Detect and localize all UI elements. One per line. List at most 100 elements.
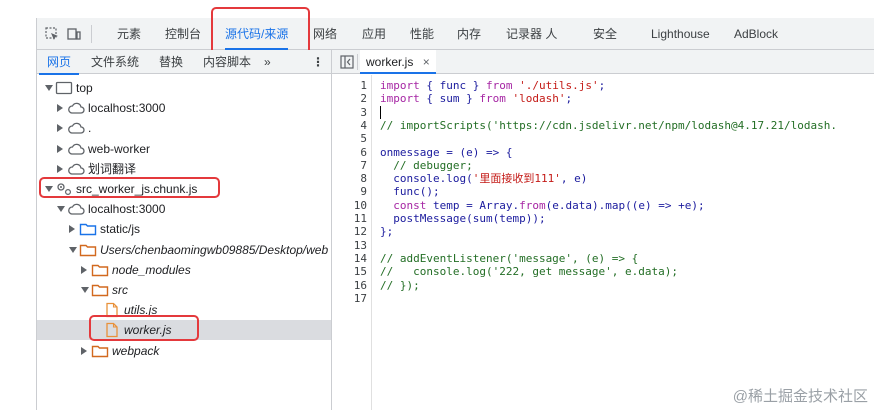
code-line: postMessage(sum(temp)); (393, 212, 546, 225)
tree-item-label: . (88, 121, 92, 136)
line-number[interactable]: 10 (331, 199, 367, 212)
line-number[interactable]: 4 (331, 119, 367, 132)
devtools-toolbar: 元素 控制台 源代码/来源 网络 应用 性能 内存 记录器 ⼈ 安全 Light… (37, 18, 874, 50)
folder-icon (91, 343, 109, 359)
line-number[interactable]: 8 (331, 172, 367, 185)
expanded-arrow-icon[interactable] (69, 246, 77, 253)
tree-item[interactable]: . (37, 118, 331, 138)
inspect-element-icon[interactable] (45, 27, 59, 41)
expanded-arrow-icon[interactable] (45, 85, 53, 91)
expanded-arrow-icon[interactable] (45, 186, 53, 192)
code-line: // debugger; (380, 158, 473, 172)
close-tab-icon[interactable]: × (423, 55, 430, 69)
device-toolbar-icon[interactable] (67, 27, 81, 41)
tree-item[interactable]: node_modules (37, 260, 331, 280)
tree-item[interactable]: web-worker (37, 139, 331, 159)
line-number[interactable]: 6 (331, 146, 367, 159)
text-caret (380, 106, 381, 119)
line-number[interactable]: 17 (331, 292, 367, 305)
file-icon (103, 302, 121, 318)
tree-item[interactable]: Users/chenbaomingwb09885/Desktop/web (37, 240, 331, 260)
tree-item[interactable]: src_worker_js.chunk.js (37, 179, 331, 199)
expanded-arrow-icon[interactable] (57, 206, 65, 213)
tree-item[interactable]: utils.js (37, 300, 331, 320)
tree-item[interactable]: localhost:3000 (37, 98, 331, 118)
tree-item-label: top (76, 81, 93, 95)
cloud-icon (67, 201, 85, 217)
line-number[interactable]: 9 (331, 185, 367, 198)
tab-adblock[interactable]: AdBlock (734, 18, 778, 50)
code-line: }; (380, 225, 394, 239)
line-number[interactable]: 14 (331, 252, 367, 265)
navigator-tab-overrides[interactable]: 替换 (159, 50, 183, 74)
editor-file-tab[interactable]: worker.js × (360, 50, 436, 74)
collapsed-arrow-icon[interactable] (57, 144, 63, 153)
code-line: onmessage = (e) => { (380, 145, 513, 159)
line-number[interactable]: 7 (331, 159, 367, 172)
tree-item-label: worker.js (124, 323, 172, 338)
tab-performance[interactable]: 性能 (410, 18, 434, 50)
collapsed-arrow-icon[interactable] (81, 265, 87, 274)
cloud-icon (67, 141, 85, 157)
navigator-tabs: 网页 文件系统 替换 内容脚本 » ⋮ (37, 50, 331, 75)
cloud-icon (67, 100, 85, 116)
tab-recorder[interactable]: 记录器 ⼈ (506, 18, 557, 50)
frame-icon (55, 80, 73, 96)
expanded-arrow-icon[interactable] (81, 287, 89, 293)
tree-item[interactable]: src (37, 280, 331, 300)
tab-application[interactable]: 应用 (362, 18, 386, 50)
toggle-navigator-icon[interactable] (340, 55, 354, 69)
code-line: // }); (380, 278, 420, 292)
line-number[interactable]: 16 (331, 279, 367, 292)
tree-item[interactable]: static/js (37, 219, 331, 239)
editor-tabs: worker.js × (332, 50, 874, 74)
tree-item[interactable]: 划词翻译 (37, 159, 331, 179)
tree-item-label: localhost:3000 (88, 202, 166, 217)
tree-item[interactable]: localhost:3000 (37, 199, 331, 219)
code-editor[interactable]: import { func } from './utils.js'; import… (380, 79, 874, 409)
tree-item-label: utils.js (124, 303, 158, 318)
navigator-more-tabs-button[interactable]: » (264, 50, 271, 74)
line-number[interactable]: 13 (331, 239, 367, 252)
collapsed-arrow-icon[interactable] (57, 104, 63, 113)
collapsed-arrow-icon[interactable] (69, 225, 75, 234)
tab-security[interactable]: 安全 (593, 18, 617, 50)
tree-item[interactable]: webpack (37, 341, 331, 361)
code-line: import { func } from './utils.js'; (380, 79, 606, 92)
line-number[interactable]: 12 (331, 225, 367, 238)
navigator-menu-icon[interactable]: ⋮ (312, 50, 324, 74)
folder-icon (91, 282, 109, 298)
tab-lighthouse[interactable]: Lighthouse (651, 18, 710, 50)
line-number[interactable]: 15 (331, 265, 367, 278)
tree-item-label: 划词翻译 (88, 161, 137, 176)
gear-icon (55, 181, 73, 197)
line-number[interactable]: 11 (331, 212, 367, 225)
folder-icon (91, 262, 109, 278)
line-number[interactable]: 5 (331, 132, 367, 145)
toolbar-separator (91, 25, 92, 43)
collapsed-arrow-icon[interactable] (57, 124, 63, 133)
tab-memory[interactable]: 内存 (457, 18, 481, 50)
tree-item-label: node_modules (112, 262, 191, 277)
line-number-gutter: 1 2 3 4 5 6 7 8 9 10 11 12 13 14 15 16 17 (332, 75, 372, 410)
tab-elements[interactable]: 元素 (117, 18, 141, 50)
navigator-tab-filesystem[interactable]: 文件系统 (91, 50, 139, 74)
code-line: const temp = Array.from(e.data).map((e) … (393, 198, 705, 212)
collapsed-arrow-icon[interactable] (81, 346, 87, 355)
line-number[interactable]: 1 (331, 79, 367, 92)
line-number[interactable]: 2 (331, 92, 367, 105)
cloud-icon (67, 120, 85, 136)
folder-icon (79, 242, 97, 258)
navigator-tab-page[interactable]: 网页 (38, 50, 80, 75)
collapsed-arrow-icon[interactable] (57, 164, 63, 173)
tab-console[interactable]: 控制台 (165, 18, 201, 50)
tree-item[interactable]: worker.js (37, 320, 331, 341)
tab-network[interactable]: 网络 (313, 18, 337, 50)
navigator-tab-content-scripts[interactable]: 内容脚本 (203, 50, 251, 74)
line-number[interactable]: 3 (331, 106, 367, 119)
code-line: // addEventListener('message', (e) => { (380, 251, 639, 265)
tree-item[interactable]: top (37, 78, 331, 98)
tab-sources[interactable]: 源代码/来源 (225, 18, 289, 50)
folder-icon (79, 221, 97, 237)
file-tab-label: worker.js (366, 55, 414, 69)
